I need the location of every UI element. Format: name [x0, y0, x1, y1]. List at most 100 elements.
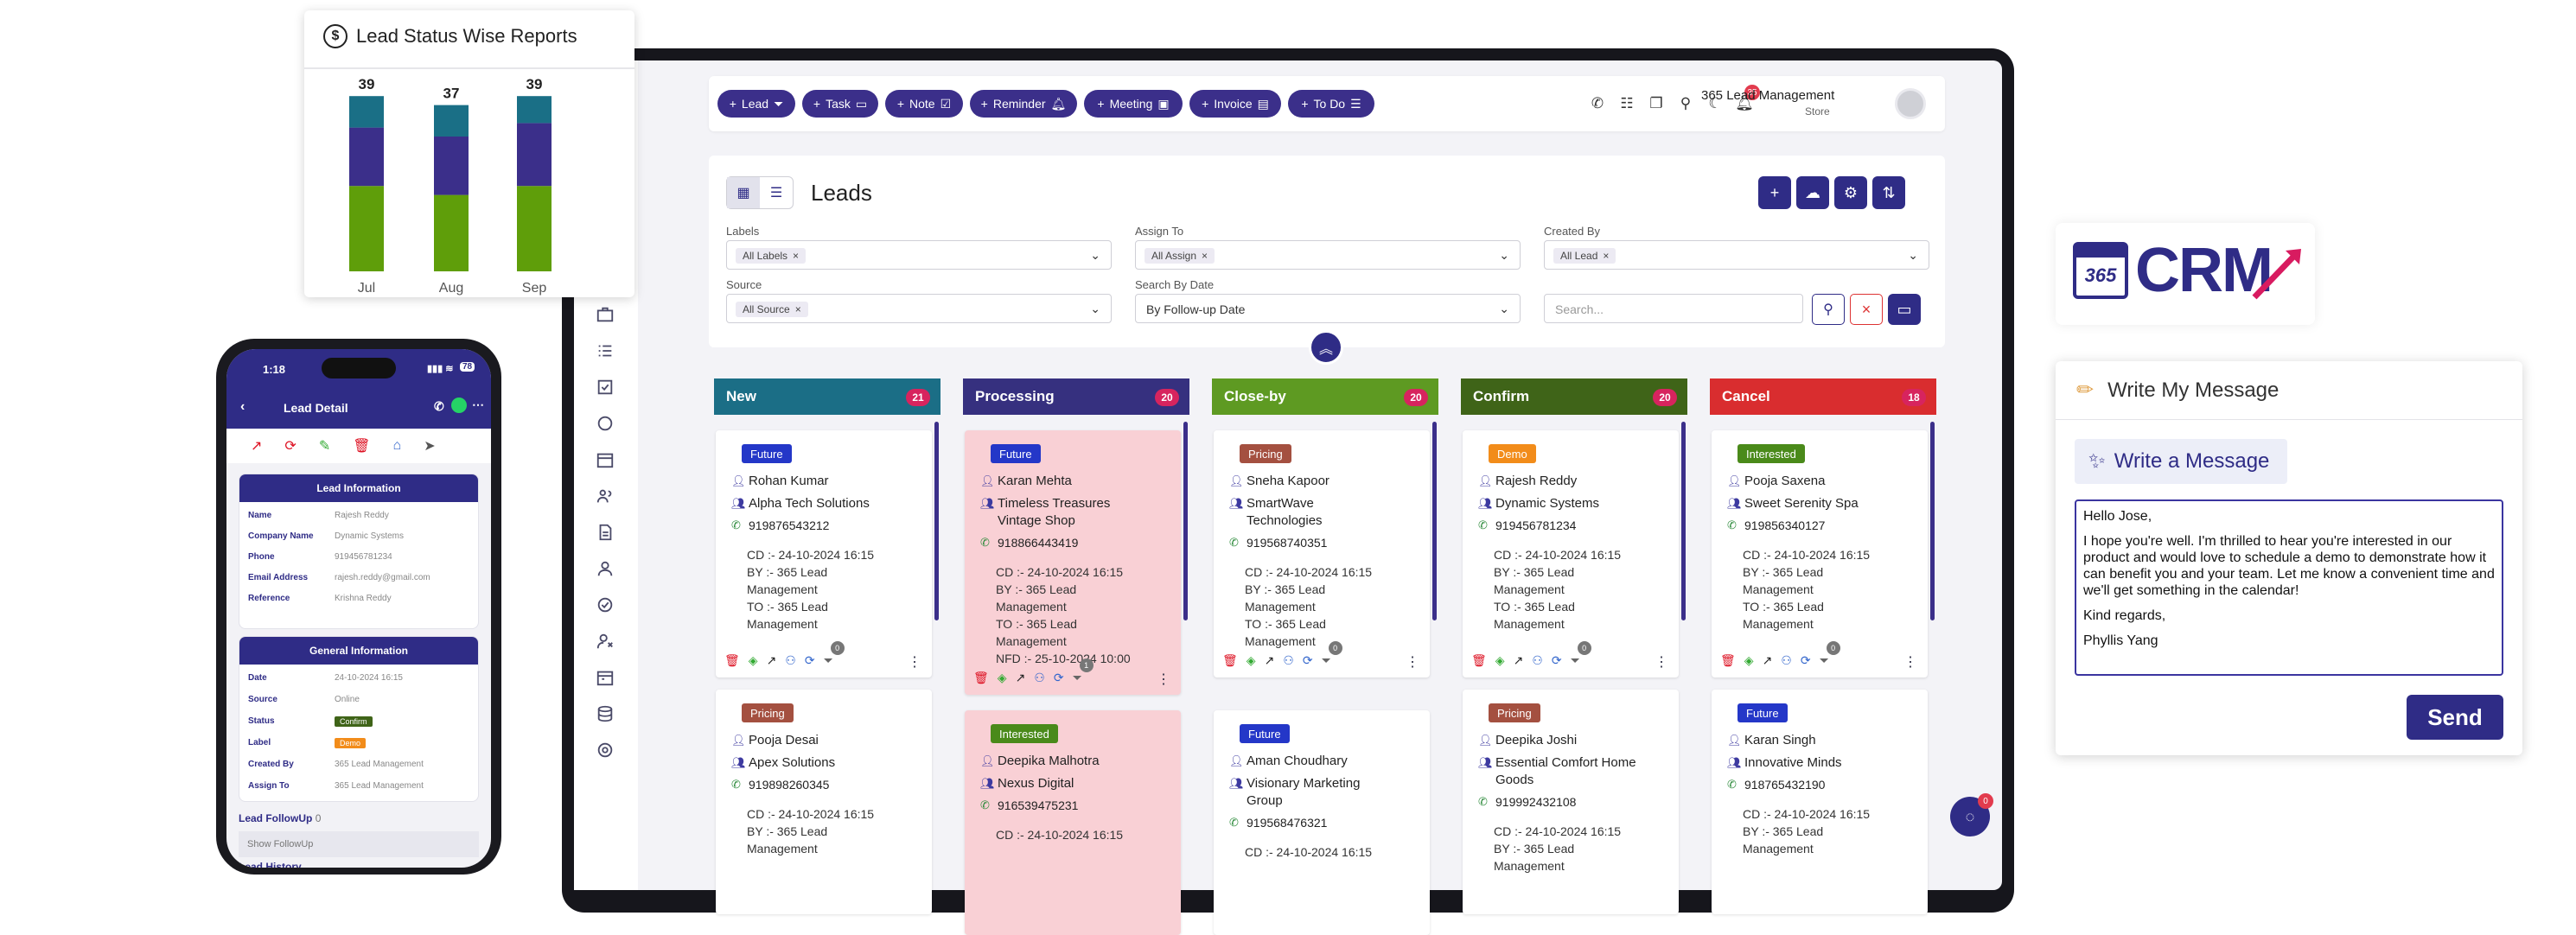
source-select[interactable]: All Source × ⌄	[726, 294, 1112, 323]
add-todo-button[interactable]: + To Do ☰	[1288, 90, 1374, 118]
tag-icon[interactable]: ◈	[749, 653, 758, 668]
trend-icon[interactable]: ↗	[1514, 653, 1524, 668]
users-icon[interactable]	[593, 484, 617, 508]
add-task-button[interactable]: + Task ▭	[802, 90, 878, 118]
document-icon[interactable]	[593, 520, 617, 544]
trend-icon[interactable]: ↗	[1763, 653, 1773, 668]
chip-close-icon[interactable]: ×	[793, 250, 799, 262]
add-user-icon[interactable]: ⚇	[785, 653, 796, 668]
briefcase-icon[interactable]	[593, 302, 617, 327]
call-icon[interactable]: ✆	[434, 399, 444, 414]
search-by-date-select[interactable]: By Follow-up Date ⌄	[1135, 294, 1521, 323]
lead-card[interactable]: Future 👤︎ Aman Choudhary 👥︎ Visionary Market…	[1214, 710, 1430, 935]
filter-icon[interactable]: ⏷ 0	[1820, 641, 1840, 668]
delete-icon[interactable]: 🗑︎	[1222, 653, 1238, 668]
more-icon[interactable]: ⋮	[1655, 653, 1668, 671]
add-reminder-button[interactable]: + Reminder 🔔︎	[970, 90, 1077, 118]
delete-icon[interactable]: 🗑︎	[1720, 653, 1736, 668]
back-icon[interactable]: ‹	[240, 399, 245, 415]
message-textarea[interactable]: Hello Jose, I hope you're well. I'm thri…	[2075, 499, 2503, 676]
chip-close-icon[interactable]: ×	[1202, 250, 1208, 262]
user-remove-icon[interactable]	[593, 629, 617, 653]
more-icon[interactable]: ⋮	[908, 653, 921, 671]
lead-card[interactable]: Pricing 👤︎ Pooja Desai 👥︎ Apex Solutions ✆ 919…	[716, 690, 932, 914]
lead-card[interactable]: Pricing 👤︎ Sneha Kapoor 👥︎ SmartWave Technolo…	[1214, 430, 1430, 677]
cloud-upload-icon[interactable]: ☁	[1796, 176, 1829, 209]
tag-icon[interactable]: ◈	[1247, 653, 1256, 668]
send-button[interactable]: Send	[2407, 695, 2503, 740]
checkbox-icon[interactable]	[593, 375, 617, 399]
tag-icon[interactable]: ◈	[1744, 653, 1754, 668]
send-icon[interactable]: ➤	[424, 437, 435, 455]
tag-icon[interactable]: ◈	[998, 671, 1007, 685]
lead-card[interactable]: Future 👤︎ Karan Singh 👥︎ Innovative Minds ✆ 91…	[1712, 690, 1928, 914]
delete-icon[interactable]: 🗑︎	[724, 653, 740, 668]
filter-icon[interactable]: ⏷ 0	[1322, 641, 1342, 668]
more-icon[interactable]: ⋮	[1406, 653, 1419, 671]
chip-close-icon[interactable]: ×	[795, 303, 801, 315]
task-check-icon[interactable]	[593, 593, 617, 617]
created-by-select[interactable]: All Lead × ⌄	[1544, 240, 1929, 270]
lead-card[interactable]: Pricing 👤︎ Deepika Joshi 👥︎ Essential Comfor…	[1463, 690, 1679, 914]
search-icon[interactable]: ⚲	[1812, 294, 1845, 325]
assign-select[interactable]: All Assign × ⌄	[1135, 240, 1521, 270]
add-icon[interactable]: +	[1758, 176, 1791, 209]
lead-card[interactable]: Interested 👤︎ Deepika Malhotra 👥︎ Nexus Digi…	[965, 710, 1181, 935]
write-message-button[interactable]: ✨︎ Write a Message	[2075, 439, 2287, 484]
calendar-icon[interactable]: ▭	[1888, 294, 1921, 325]
clear-icon[interactable]: ×	[1850, 294, 1883, 325]
lead-card[interactable]: Demo 👤︎ Rajesh Reddy 👥︎ Dynamic Systems ✆ 9194…	[1463, 430, 1679, 677]
filter-icon[interactable]: ⏷ 0	[824, 641, 845, 668]
refresh-icon[interactable]: ⟳	[1801, 653, 1811, 668]
scrollbar[interactable]	[1681, 422, 1686, 620]
lead-card[interactable]: Interested 👤︎ Pooja Saxena 👥︎ Sweet Serenity…	[1712, 430, 1928, 677]
settings-icon[interactable]	[593, 738, 617, 762]
settings-icon[interactable]: ⚙	[1834, 176, 1867, 209]
copy-icon[interactable]: ❐	[1646, 93, 1667, 114]
sort-icon[interactable]: ⇅	[1872, 176, 1905, 209]
refresh-icon[interactable]: ⟳	[1552, 653, 1562, 668]
filter-icon[interactable]: ⏷ 0	[1571, 641, 1591, 668]
calendar-event-icon[interactable]	[593, 665, 617, 690]
scrollbar[interactable]	[1930, 422, 1935, 620]
add-user-icon[interactable]: ⚇	[1532, 653, 1543, 668]
refresh-icon[interactable]: ⟳	[1054, 671, 1064, 685]
checklist-icon[interactable]: ☷	[1616, 93, 1637, 114]
database-icon[interactable]	[593, 702, 617, 726]
add-note-button[interactable]: + Note ☑	[885, 90, 963, 118]
scrollbar[interactable]	[1432, 422, 1437, 620]
delete-icon[interactable]: 🗑︎	[973, 671, 989, 685]
lead-card[interactable]: Future 👤︎ Karan Mehta 👥︎ Timeless Treasures V…	[965, 430, 1181, 695]
chat-icon[interactable]: ◌ 0	[1950, 793, 1993, 836]
add-user-icon[interactable]: ⚇	[1781, 653, 1792, 668]
trend-icon[interactable]: ↗	[767, 653, 777, 668]
user-icon[interactable]	[593, 557, 617, 581]
search-input[interactable]: Search...	[1544, 294, 1803, 323]
delete-icon[interactable]: 🗑︎	[1471, 653, 1487, 668]
trend-icon[interactable]: ↗	[1265, 653, 1275, 668]
more-icon[interactable]: ⋯	[472, 398, 484, 412]
list-view-icon[interactable]: ☰	[760, 177, 793, 208]
labels-select[interactable]: All Labels × ⌄	[726, 240, 1112, 270]
delete-icon[interactable]: 🗑︎	[353, 437, 370, 455]
add-meeting-button[interactable]: + Meeting ▣	[1084, 90, 1183, 118]
more-icon[interactable]: ⋮	[1903, 653, 1917, 671]
filter-icon[interactable]: ⏷ 1	[1073, 658, 1094, 685]
trend-icon[interactable]: ↗	[251, 437, 262, 455]
whatsapp-icon[interactable]	[451, 398, 467, 413]
refresh-icon[interactable]: ⟳	[1303, 653, 1313, 668]
trend-icon[interactable]: ↗	[1016, 671, 1026, 685]
edit-icon[interactable]: ✎	[319, 437, 330, 455]
show-followup-button[interactable]: Show FollowUp	[239, 831, 479, 857]
lead-card[interactable]: Future 👤︎ Rohan Kumar 👥︎ Alpha Tech Solution…	[716, 430, 932, 677]
add-user-icon[interactable]: ⚇	[1034, 671, 1045, 685]
kanban-view-icon[interactable]: ▦	[727, 177, 760, 208]
more-icon[interactable]: ⋮	[1157, 671, 1170, 688]
scrollbar[interactable]	[934, 422, 939, 620]
collapse-icon[interactable]: ︽	[1309, 330, 1343, 365]
tag-icon[interactable]: ◈	[1495, 653, 1505, 668]
calendar-alt-icon[interactable]	[593, 448, 617, 472]
tag-icon[interactable]: ⌂	[393, 438, 402, 454]
refresh-icon[interactable]: ⟳	[805, 653, 815, 668]
add-lead-button[interactable]: + Lead ⏷	[717, 90, 795, 118]
